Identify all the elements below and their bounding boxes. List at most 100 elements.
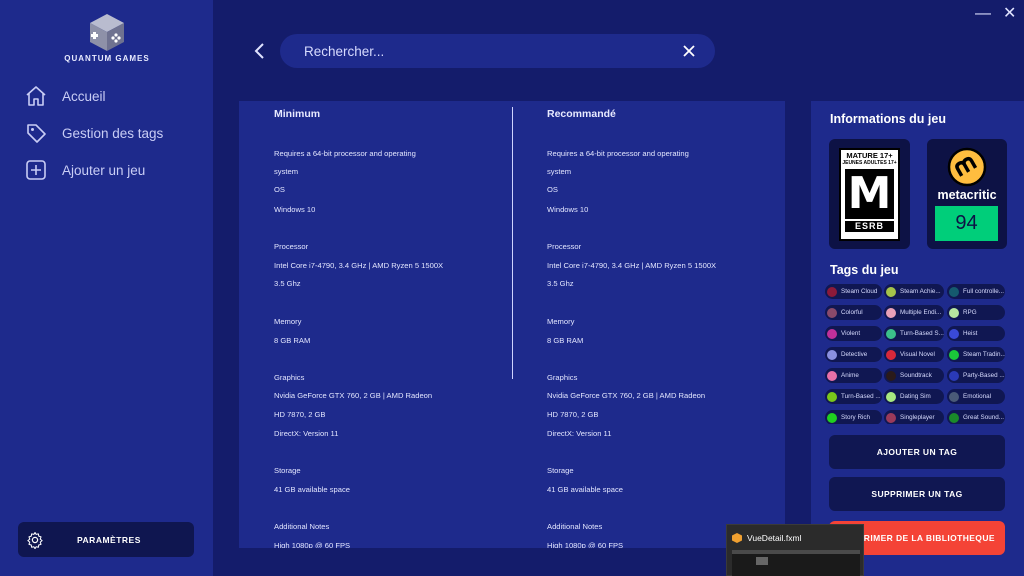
requirement-line: OS: [274, 185, 285, 194]
tag-color-dot: [827, 412, 837, 423]
tag-chip-turn-based[interactable]: Turn-Based ...: [825, 389, 882, 404]
requirement-line: Intel Core i7-4790, 3.4 GHz | AMD Ryzen …: [274, 261, 444, 270]
sidebar-item-label: Accueil: [62, 88, 106, 104]
add-tag-button[interactable]: AJOUTER UN TAG: [829, 435, 1005, 469]
requirements-divider: [512, 107, 513, 379]
esrb-letter: M: [845, 169, 894, 219]
tag-chip-story-rich[interactable]: Story Rich: [825, 410, 882, 424]
app-name: QUANTUM GAMES: [64, 54, 150, 63]
tag-label: Party-Based ...: [963, 372, 1005, 379]
minimum-heading: Minimum: [274, 108, 321, 120]
tag-chip-detective[interactable]: Detective: [825, 347, 882, 362]
tag-label: Anime: [841, 372, 859, 379]
tag-label: Violent: [841, 330, 861, 337]
tag-color-dot: [827, 349, 837, 360]
tag-chip-full-controlle[interactable]: Full controlle...: [947, 284, 1005, 299]
tag-label: Singleplayer: [900, 414, 935, 421]
minimize-button[interactable]: —: [975, 4, 991, 24]
esrb-rating-text-fr: JEUNES ADULTES 17+: [842, 160, 897, 166]
tag-color-dot: [827, 307, 837, 318]
tag-chip-visual-novel[interactable]: Visual Novel: [884, 347, 944, 362]
tag-label: Heist: [963, 330, 978, 337]
tag-chip-dating-sim[interactable]: Dating Sim: [884, 389, 944, 404]
tag-chip-turn-based-s[interactable]: Turn-Based S...: [884, 326, 944, 341]
gamepad-cube-icon: [90, 14, 124, 51]
tag-color-dot: [949, 307, 959, 318]
requirement-line: system: [547, 167, 572, 176]
close-window-button[interactable]: ✕: [1003, 4, 1016, 24]
requirement-line: Additional Notes: [547, 522, 603, 531]
tag-color-dot: [949, 349, 959, 360]
tag-label: Turn-Based S...: [900, 330, 944, 337]
tag-color-dot: [886, 328, 896, 339]
tag-label: Turn-Based ...: [841, 393, 881, 400]
tag-label: RPG: [963, 309, 977, 316]
remove-tag-button[interactable]: SUPPRIMER UN TAG: [829, 477, 1005, 511]
tag-chip-steam-tradin[interactable]: Steam Tradin...: [947, 347, 1005, 362]
requirement-line: 8 GB RAM: [547, 336, 584, 345]
tag-color-dot: [949, 370, 959, 381]
tag-color-dot: [827, 286, 837, 297]
tag-color-dot: [886, 391, 896, 402]
recommended-heading: Recommandé: [547, 108, 616, 120]
tag-chip-party-based[interactable]: Party-Based ...: [947, 368, 1005, 383]
back-button[interactable]: [251, 40, 269, 62]
esrb-brand: ESRB: [845, 221, 894, 232]
tag-label: Great Sound...: [963, 414, 1004, 421]
requirement-line: Additional Notes: [274, 522, 330, 531]
tag-chip-steam-cloud[interactable]: Steam Cloud: [825, 284, 882, 299]
thumbnail-preview: [732, 550, 860, 576]
tag-color-dot: [949, 412, 959, 423]
tag-label: Emotional: [963, 393, 992, 400]
tag-color-dot: [827, 370, 837, 381]
java-app-icon: [732, 533, 742, 543]
tag-chip-violent[interactable]: Violent: [825, 326, 882, 341]
tag-label: Soundtrack: [900, 372, 932, 379]
tag-icon: [24, 121, 48, 145]
tag-chip-heist[interactable]: Heist: [947, 326, 1005, 341]
sidebar: QUANTUM GAMES Accueil Gestion des tags A…: [0, 0, 213, 576]
metacritic-card: metacritic 94: [927, 139, 1007, 249]
tag-chip-anime[interactable]: Anime: [825, 368, 882, 383]
tag-label: Steam Cloud: [841, 288, 878, 295]
sidebar-item-home[interactable]: Accueil: [24, 82, 106, 110]
tag-chip-emotional[interactable]: Emotional: [947, 389, 1005, 404]
requirement-line: OS: [547, 185, 558, 194]
tag-label: Steam Tradin...: [963, 351, 1005, 358]
tag-color-dot: [827, 328, 837, 339]
tag-chip-steam-achie[interactable]: Steam Achie...: [884, 284, 944, 299]
settings-button[interactable]: PARAMÈTRES: [18, 522, 194, 557]
tag-color-dot: [886, 349, 896, 360]
requirement-line: Storage: [547, 466, 574, 475]
sidebar-item-tags[interactable]: Gestion des tags: [24, 119, 163, 147]
tag-label: Multiple Endi...: [900, 309, 942, 316]
close-icon: [683, 45, 695, 57]
gear-icon: [25, 530, 45, 550]
requirement-line: Requires a 64-bit processor and operatin…: [547, 149, 689, 158]
requirement-line: Memory: [547, 317, 575, 326]
tag-chip-singleplayer[interactable]: Singleplayer: [884, 410, 944, 424]
requirement-line: High 1080p @ 60 FPS: [547, 541, 624, 548]
tag-chip-soundtrack[interactable]: Soundtrack: [884, 368, 944, 383]
tag-chip-rpg[interactable]: RPG: [947, 305, 1005, 320]
tag-chip-great-sound[interactable]: Great Sound...: [947, 410, 1005, 424]
chevron-left-icon: [254, 43, 264, 59]
search-input[interactable]: [304, 34, 674, 68]
tag-color-dot: [949, 391, 959, 402]
tag-chip-multiple-endi[interactable]: Multiple Endi...: [884, 305, 944, 320]
requirement-line: Memory: [274, 317, 302, 326]
requirement-line: HD 7870, 2 GB: [274, 410, 326, 419]
requirement-line: 8 GB RAM: [274, 336, 311, 345]
sidebar-item-add-game[interactable]: Ajouter un jeu: [24, 156, 145, 184]
requirement-line: Graphics: [274, 373, 305, 382]
tag-label: Full controlle...: [963, 288, 1004, 295]
tag-color-dot: [827, 391, 837, 402]
requirement-line: DirectX: Version 11: [274, 429, 339, 438]
taskbar-thumbnail[interactable]: VueDetail.fxml: [726, 524, 864, 576]
clear-search-button[interactable]: [681, 43, 697, 59]
tag-color-dot: [886, 286, 896, 297]
tag-label: Steam Achie...: [900, 288, 941, 295]
tag-label: Detective: [841, 351, 868, 358]
tag-chip-colorful[interactable]: Colorful: [825, 305, 882, 320]
requirement-line: Processor: [274, 242, 309, 251]
